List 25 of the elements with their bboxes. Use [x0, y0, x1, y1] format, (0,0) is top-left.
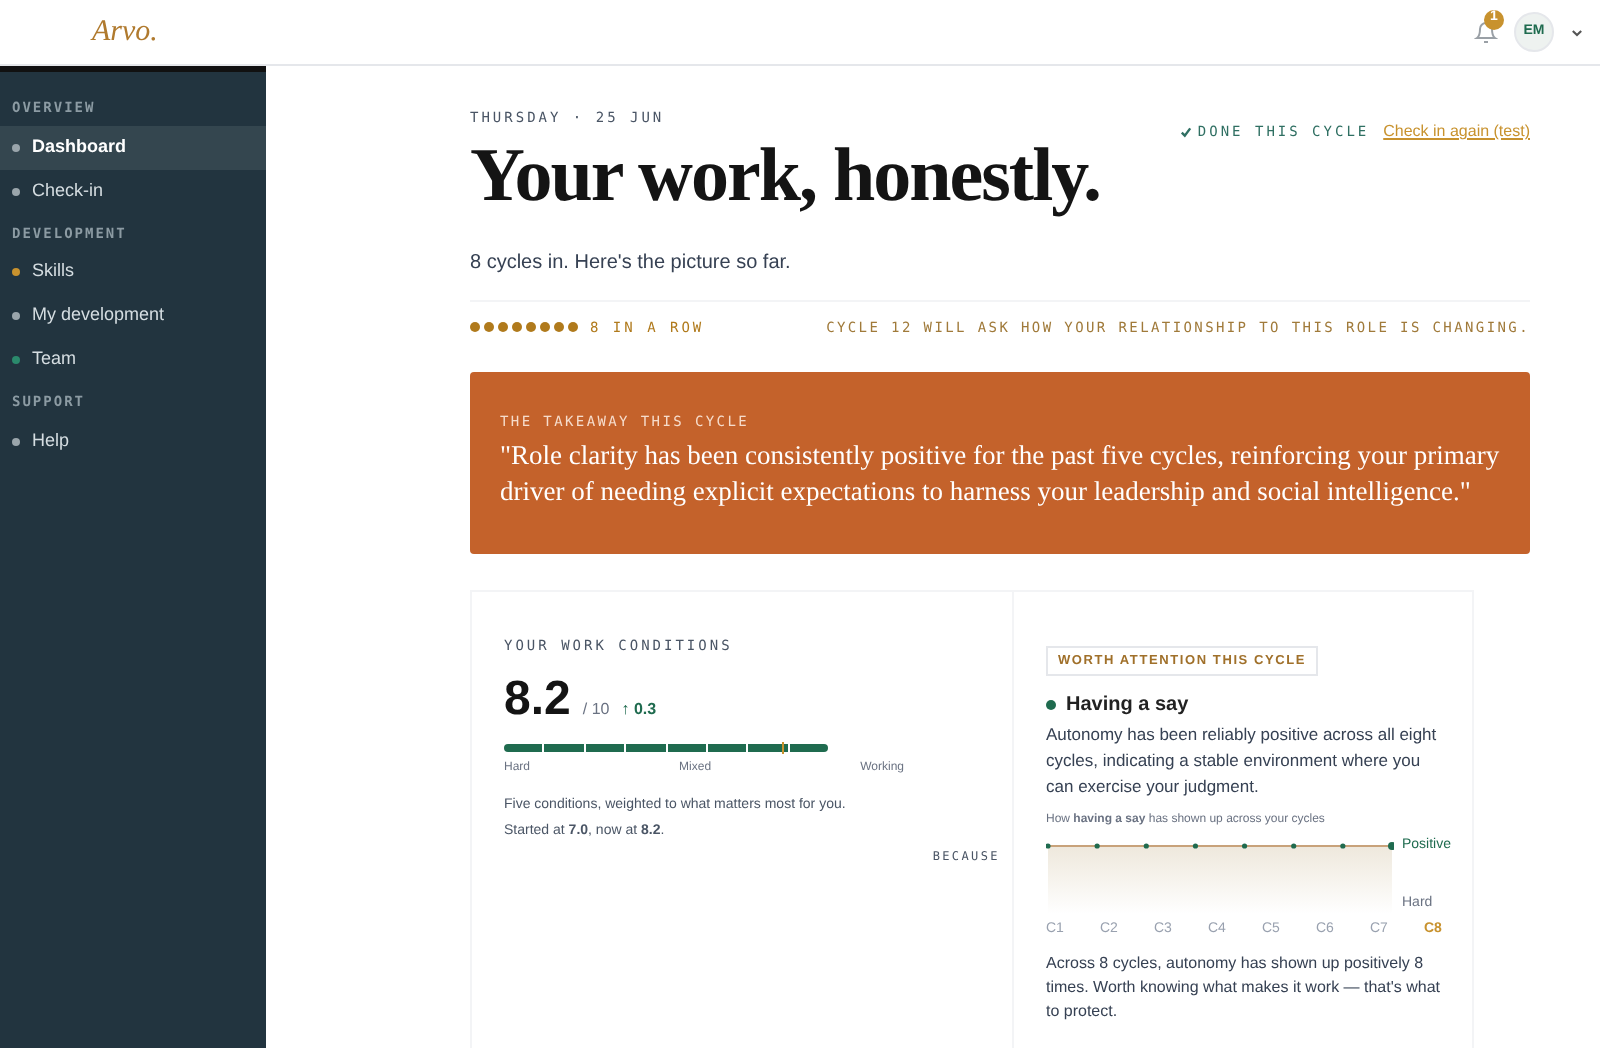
- nav-label: My development: [32, 302, 165, 329]
- nav-label: Check-in: [32, 177, 104, 204]
- nav-item[interactable]: Dashboard: [0, 125, 266, 169]
- bell-icon[interactable]: [1474, 19, 1498, 45]
- nav-label: Dashboard: [32, 133, 127, 160]
- chevron-down-icon[interactable]: [1570, 25, 1584, 39]
- nav-item[interactable]: Check-in: [0, 169, 266, 213]
- streak-dots: [470, 322, 578, 333]
- attention-title: Having a say: [1066, 691, 1189, 719]
- takeaway-quote: "Role clarity has been consistently positive for the past five cycles, reinforcing your primary driver of needing explicit expectations to harness your leadership and social intelligence.": [500, 437, 1500, 509]
- nav-label: Help: [32, 427, 70, 454]
- attention-text: Autonomy has been reliably positive across all eight cycles, indicating a stable environment where you can exercise your judgment.: [1046, 721, 1439, 799]
- nav-item[interactable]: Help: [0, 419, 266, 463]
- nav-label: Team: [32, 346, 77, 373]
- nav-item[interactable]: Team: [0, 338, 266, 382]
- attention-summary: Across 8 cycles, autonomy has shown up positively 8 times. Worth knowing what makes it work — that's what to protect.: [1046, 952, 1440, 1024]
- score-scale: / 10: [582, 698, 610, 722]
- nav-label: Skills: [32, 258, 75, 285]
- nav-item[interactable]: My development: [0, 294, 266, 338]
- logo[interactable]: Arvo.: [92, 9, 158, 55]
- page-title: Your work, honestly.: [470, 131, 1101, 219]
- score-value: 8.2: [504, 670, 571, 730]
- subtitle: 8 cycles in. Here's the picture so far.: [470, 249, 793, 277]
- nav-item[interactable]: Skills: [0, 250, 266, 294]
- score-change: ↑ 0.3: [621, 698, 657, 722]
